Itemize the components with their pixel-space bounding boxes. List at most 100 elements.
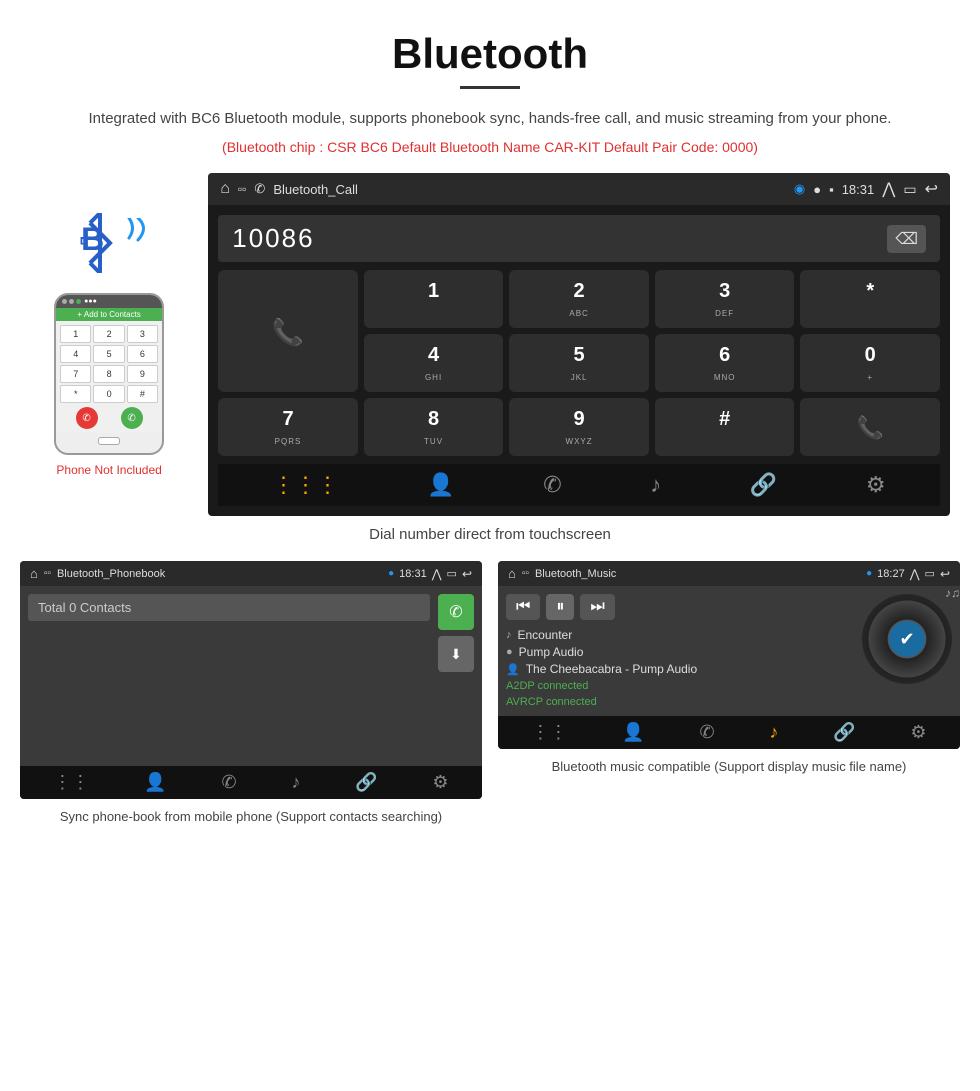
back-icon-sm2[interactable]: ↩ bbox=[940, 567, 950, 581]
phone-key-3[interactable]: 3 bbox=[127, 325, 158, 343]
bluetooth-icon-wrapper: ⬞ B bbox=[69, 213, 149, 283]
pb-music-icon[interactable]: ♪ bbox=[291, 772, 300, 793]
play-pause-button[interactable]: ⏸ bbox=[546, 594, 574, 620]
chip-info-text: (Bluetooth chip : CSR BC6 Default Blueto… bbox=[0, 139, 980, 155]
phone-key-hash[interactable]: # bbox=[127, 385, 158, 403]
phone-carrier: ●●● bbox=[84, 298, 97, 305]
link-nav-icon[interactable]: 🔗 bbox=[750, 472, 777, 498]
key-hash[interactable]: # bbox=[655, 398, 795, 456]
car-topbar: ⌂ ▫▫ ✆ Bluetooth_Call ◉ ● ▪ 18:31 ⋀ ▭ ↩ bbox=[208, 173, 950, 205]
signal-dot bbox=[62, 299, 67, 304]
call-button[interactable]: 📞 bbox=[218, 270, 358, 392]
track-name-3: The Cheebacabra - Pump Audio bbox=[526, 662, 697, 676]
home-icon-sm[interactable]: ⌂ bbox=[30, 566, 38, 581]
phone-key-9[interactable]: 9 bbox=[127, 365, 158, 383]
dialer-caption: Dial number direct from touchscreen bbox=[0, 526, 980, 543]
phone-keypad-grid: 1 2 3 4 5 6 7 8 9 * 0 # bbox=[60, 325, 158, 403]
download-contacts-button[interactable]: ⬇ bbox=[438, 636, 474, 672]
page-title: Bluetooth bbox=[0, 0, 980, 86]
phonebook-topbar: ⌂ ▫▫ Bluetooth_Phonebook ● 18:31 ⋀ ▭ ↩ bbox=[20, 561, 482, 586]
music-info: ⏮ ⏸ ⏭ ♪ Encounter ● Pump Audio 👤 The bbox=[506, 594, 852, 708]
phone-call-button[interactable]: ✆ bbox=[121, 407, 143, 429]
phone-key-2[interactable]: 2 bbox=[93, 325, 124, 343]
back-icon-sm[interactable]: ↩ bbox=[462, 567, 472, 581]
pb-settings-icon[interactable]: ⚙ bbox=[432, 772, 448, 793]
phonebook-screen-wrap: ⌂ ▫▫ Bluetooth_Phonebook ● 18:31 ⋀ ▭ ↩ T… bbox=[20, 561, 482, 827]
phone-key-star[interactable]: * bbox=[60, 385, 91, 403]
track-row-1: ♪ Encounter bbox=[506, 628, 852, 642]
pb-contacts-icon[interactable]: 👤 bbox=[144, 772, 166, 793]
signal-dot bbox=[69, 299, 74, 304]
bt-dot-icon2: ● bbox=[866, 568, 872, 579]
key-2[interactable]: 2ABC bbox=[509, 270, 649, 328]
contacts-nav-icon[interactable]: 👤 bbox=[427, 472, 454, 498]
settings-nav-icon[interactable]: ⚙ bbox=[866, 472, 886, 498]
calls-nav-icon[interactable]: ✆ bbox=[543, 472, 561, 498]
phone-icon: ✆ bbox=[254, 181, 265, 197]
call-contact-button[interactable]: ✆ bbox=[438, 594, 474, 630]
end-call-button[interactable]: 📞 bbox=[800, 398, 940, 456]
home-icon-sm2[interactable]: ⌂ bbox=[508, 566, 516, 581]
bt-dot-icon: ● bbox=[388, 568, 394, 579]
window-icon[interactable]: ▭ bbox=[903, 181, 916, 198]
expand-icon-sm[interactable]: ⋀ bbox=[432, 567, 442, 581]
signal-icon-sm2: ▫▫ bbox=[522, 568, 529, 579]
ms-settings-icon[interactable]: ⚙ bbox=[910, 722, 926, 743]
track-row-2: ● Pump Audio bbox=[506, 645, 852, 659]
phone-not-included-label: Phone Not Included bbox=[56, 463, 161, 477]
music-title: Bluetooth_Music bbox=[535, 568, 616, 580]
key-6[interactable]: 6MNO bbox=[655, 334, 795, 392]
phonebook-search-bar[interactable]: Total 0 Contacts bbox=[28, 594, 430, 621]
key-1[interactable]: 1 bbox=[364, 270, 504, 328]
key-3[interactable]: 3DEF bbox=[655, 270, 795, 328]
phonebook-caption: Sync phone-book from mobile phone (Suppo… bbox=[60, 807, 442, 827]
phone-key-4[interactable]: 4 bbox=[60, 345, 91, 363]
music-topbar-right: ● 18:27 ⋀ ▭ ↩ bbox=[866, 567, 950, 581]
phonebook-action-buttons: ✆ ⬇ bbox=[438, 594, 474, 672]
pb-calls-icon[interactable]: ✆ bbox=[221, 772, 236, 793]
vinyl-outer-disc: ✔ bbox=[862, 594, 952, 684]
phone-end-call-button[interactable]: ✆ bbox=[76, 407, 98, 429]
car-bottom-nav: ⋮⋮⋮ 👤 ✆ ♪ 🔗 ⚙ bbox=[218, 464, 940, 506]
music-nav-icon[interactable]: ♪ bbox=[650, 472, 661, 498]
phonebook-bottom-nav: ⋮⋮ 👤 ✆ ♪ 🔗 ⚙ bbox=[20, 766, 482, 799]
window-icon-sm2[interactable]: ▭ bbox=[925, 567, 935, 580]
expand-icon[interactable]: ⋀ bbox=[882, 179, 895, 199]
home-icon[interactable]: ⌂ bbox=[220, 180, 230, 198]
phone-key-7[interactable]: 7 bbox=[60, 365, 91, 383]
key-4[interactable]: 4GHI bbox=[364, 334, 504, 392]
key-7[interactable]: 7PQRS bbox=[218, 398, 358, 456]
ms-music-icon[interactable]: ♪ bbox=[769, 722, 778, 743]
bluetooth-active-icon: ◉ bbox=[794, 181, 805, 197]
prev-button[interactable]: ⏮ bbox=[506, 594, 540, 620]
pb-dialer-icon[interactable]: ⋮⋮ bbox=[53, 772, 89, 793]
ms-contacts-icon[interactable]: 👤 bbox=[622, 722, 644, 743]
battery-icon: ▪ bbox=[829, 182, 834, 197]
phone-key-1[interactable]: 1 bbox=[60, 325, 91, 343]
key-5[interactable]: 5JKL bbox=[509, 334, 649, 392]
pb-link-icon[interactable]: 🔗 bbox=[355, 772, 377, 793]
music-time: 18:27 bbox=[877, 568, 905, 580]
window-icon-sm[interactable]: ▭ bbox=[447, 567, 457, 580]
back-icon[interactable]: ↩ bbox=[925, 179, 938, 199]
key-0plus[interactable]: 0+ bbox=[800, 334, 940, 392]
dialer-nav-icon[interactable]: ⋮⋮⋮ bbox=[273, 472, 339, 498]
phone-key-6[interactable]: 6 bbox=[127, 345, 158, 363]
key-9[interactable]: 9WXYZ bbox=[509, 398, 649, 456]
expand-icon-sm2[interactable]: ⋀ bbox=[910, 567, 920, 581]
backspace-button[interactable]: ⌫ bbox=[887, 225, 926, 253]
phone-call-buttons: ✆ ✆ bbox=[60, 403, 158, 429]
phone-home-button[interactable] bbox=[98, 437, 120, 445]
phone-key-8[interactable]: 8 bbox=[93, 365, 124, 383]
time-display: 18:31 bbox=[842, 182, 875, 197]
ms-calls-icon[interactable]: ✆ bbox=[699, 722, 714, 743]
signal-dot bbox=[76, 299, 81, 304]
phone-key-0[interactable]: 0 bbox=[93, 385, 124, 403]
phonebook-list-empty bbox=[28, 672, 474, 752]
key-star[interactable]: * bbox=[800, 270, 940, 328]
next-button[interactable]: ⏭ bbox=[580, 594, 614, 620]
key-8[interactable]: 8TUV bbox=[364, 398, 504, 456]
phone-key-5[interactable]: 5 bbox=[93, 345, 124, 363]
ms-link-icon[interactable]: 🔗 bbox=[833, 722, 855, 743]
ms-dialer-icon[interactable]: ⋮⋮ bbox=[531, 722, 567, 743]
